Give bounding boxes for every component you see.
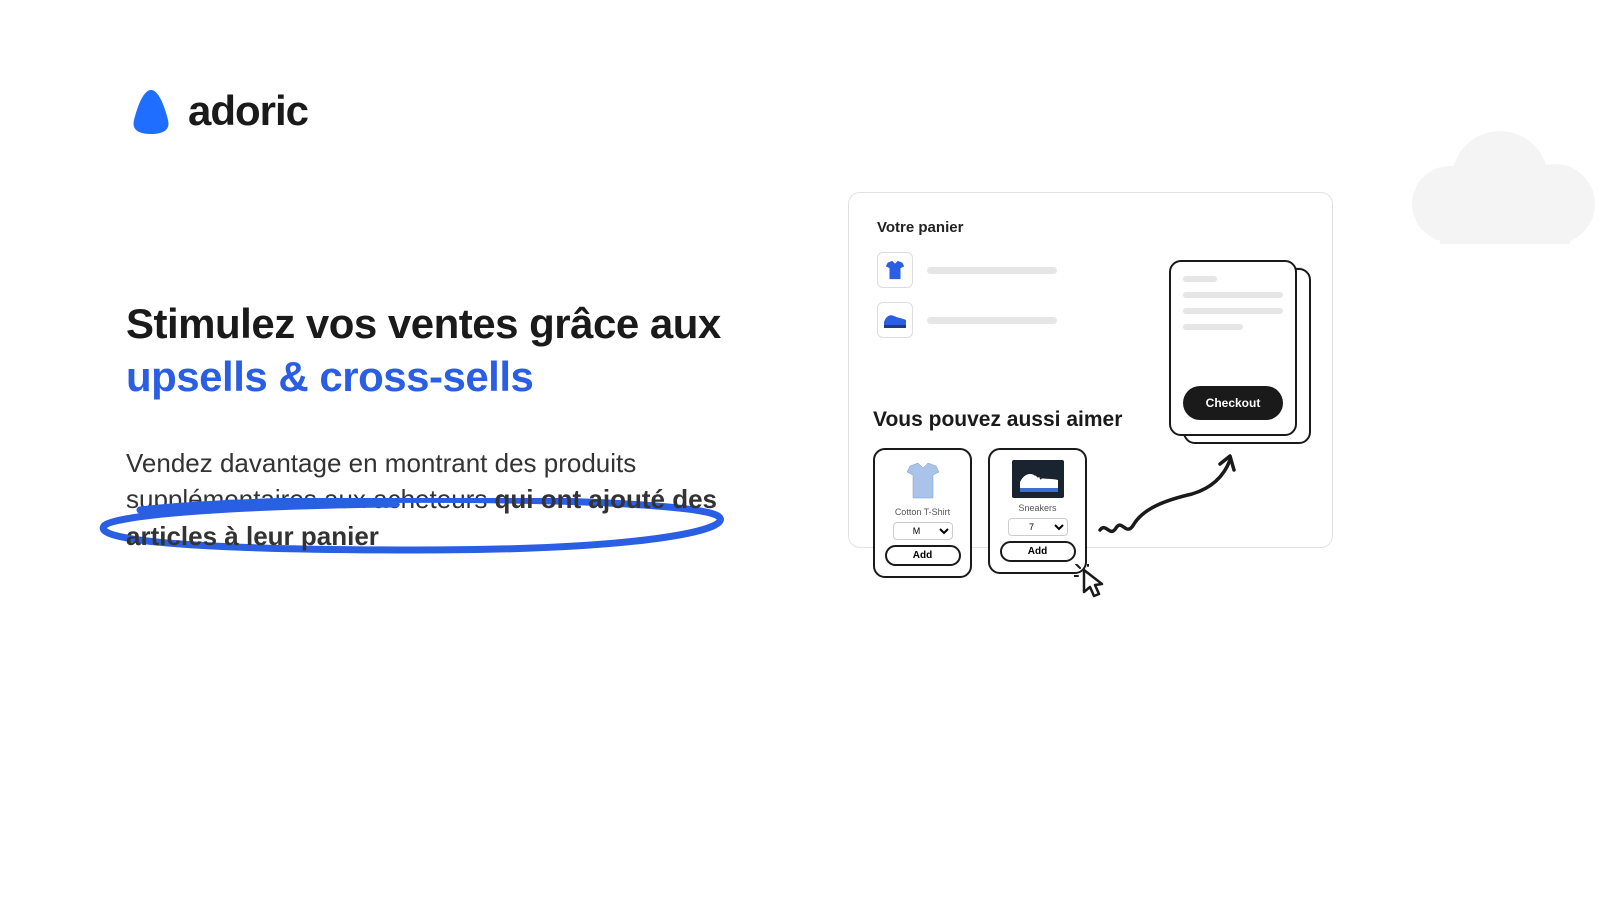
logo-icon [126,86,176,136]
brand-name: adoric [188,87,308,135]
placeholder-line [927,317,1057,324]
size-select[interactable]: 7 [1008,518,1068,536]
product-card-tshirt: Cotton T-Shirt M Add [873,448,972,578]
headline: Stimulez vos ventes grâce aux upsells & … [126,298,766,403]
arrow-icon [1092,450,1252,550]
headline-accent: upsells & cross-sells [126,353,533,400]
placeholder-line [927,267,1057,274]
sneaker-image [1012,460,1064,498]
size-select[interactable]: M [893,522,953,540]
sneaker-icon [1014,462,1062,496]
placeholder-line [1183,324,1243,330]
placeholder-line [1183,276,1217,282]
tshirt-image [902,460,944,502]
sneaker-thumb [877,302,913,338]
tshirt-icon [906,462,940,500]
sneaker-icon [882,310,908,330]
placeholder-line [1183,292,1283,298]
checkout-card: Checkout [1169,260,1297,436]
headline-plain: Stimulez vos ventes grâce aux [126,300,721,347]
product-card-sneakers: Sneakers 7 Add [988,448,1087,574]
add-button[interactable]: Add [885,545,961,566]
add-button[interactable]: Add [1000,541,1076,562]
product-name: Cotton T-Shirt [895,507,950,517]
tshirt-thumb [877,252,913,288]
brand-logo: adoric [126,86,308,136]
recommendations-title: Vous pouvez aussi aimer [873,408,1122,432]
product-name: Sneakers [1018,503,1056,513]
tshirt-icon [884,259,906,281]
cursor-icon [1074,564,1114,604]
checkout-button[interactable]: Checkout [1183,386,1283,420]
cart-title: Votre panier [877,219,1304,236]
placeholder-line [1183,308,1283,314]
cloud-decoration [1390,124,1600,244]
